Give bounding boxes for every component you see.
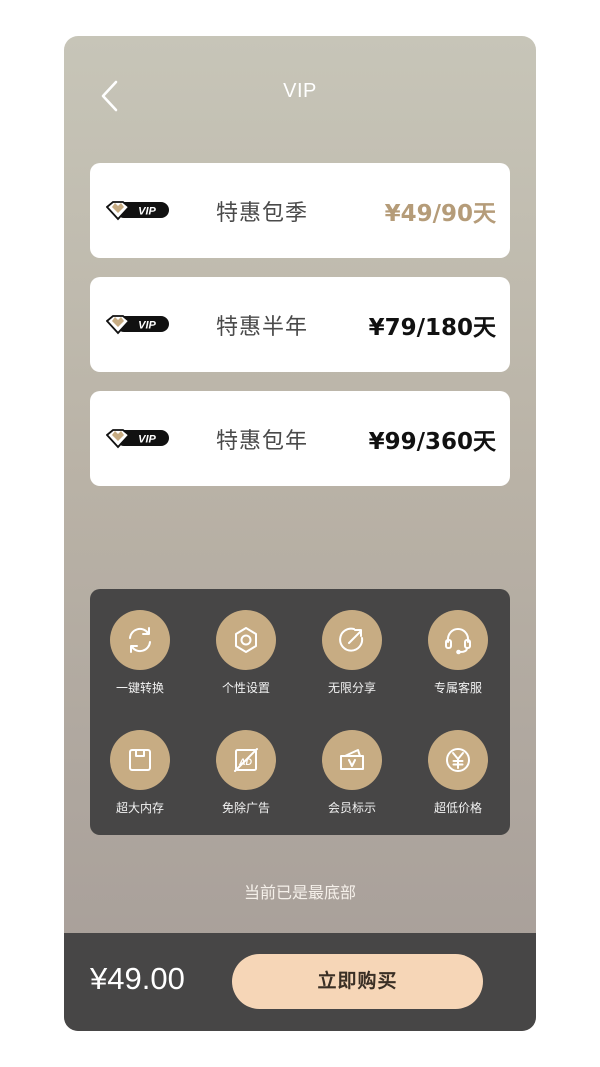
feature-dedicated-service: 专属客服	[408, 610, 508, 710]
share-arrow-icon	[339, 627, 364, 652]
purchase-bar: ¥49.00 立即购买	[64, 933, 536, 1031]
feature-label: 超低价格	[433, 801, 482, 815]
vip-badge-text: VIP	[138, 434, 156, 446]
vip-badge-text: VIP	[138, 206, 156, 218]
header: VIP	[64, 36, 536, 152]
feature-member-mark: 会员标示	[302, 730, 402, 830]
svg-text:AD: AD	[238, 757, 252, 767]
vip-badge-icon: VIP	[106, 201, 169, 221]
feature-label: 会员标示	[327, 801, 376, 815]
vip-badge-icon: VIP	[106, 315, 169, 335]
feature-label: 无限分享	[327, 681, 376, 695]
feature-one-click-convert: 一键转换	[90, 610, 190, 710]
vip-page: VIP VIP 特惠包季 ¥49/90天 VIP 特惠半年 ¥79/180天 V…	[64, 36, 536, 1031]
plan-name: 特惠包年	[216, 429, 309, 454]
no-ads-icon: AD	[234, 748, 258, 772]
end-of-list-note: 当前已是最底部	[243, 883, 356, 902]
vip-badge-text: VIP	[138, 320, 156, 332]
total-price: ¥49.00	[90, 961, 185, 996]
plan-price: ¥49/90天	[384, 201, 496, 227]
feature-remove-ads: AD 免除广告	[196, 730, 296, 830]
plan-name: 特惠半年	[216, 315, 309, 340]
buy-now-button[interactable]: 立即购买	[232, 954, 483, 1009]
vip-badge-icon: VIP	[106, 429, 169, 449]
plan-price: ¥79/180天	[368, 315, 496, 341]
page-title: VIP	[283, 80, 317, 102]
feature-label: 个性设置	[221, 681, 270, 695]
feature-unlimited-share: 无限分享	[302, 610, 402, 710]
sync-icon	[129, 627, 151, 653]
plan-card-year[interactable]: VIP 特惠包年 ¥99/360天	[90, 391, 510, 486]
feature-label: 专属客服	[433, 681, 482, 695]
feature-label: 超大内存	[115, 801, 164, 815]
feature-label: 一键转换	[115, 681, 164, 695]
plan-price: ¥99/360天	[368, 429, 496, 455]
storage-icon	[129, 749, 151, 771]
feature-large-storage: 超大内存	[90, 730, 190, 830]
yen-coin-icon	[446, 748, 470, 772]
vip-tag-icon	[340, 749, 364, 770]
feature-low-price: 超低价格	[408, 730, 508, 830]
feature-personal-settings: 个性设置	[196, 610, 296, 710]
plan-card-quarter[interactable]: VIP 特惠包季 ¥49/90天	[90, 163, 510, 258]
plan-card-half-year[interactable]: VIP 特惠半年 ¥79/180天	[90, 277, 510, 372]
headset-icon	[445, 628, 471, 655]
plan-name: 特惠包季	[216, 201, 309, 226]
hexagon-nut-icon	[235, 627, 257, 653]
features-panel: 一键转换 个性设置 无限分享 专属客服 超大内存 AD 免除广告 会员标示 超低…	[90, 589, 510, 835]
feature-label: 免除广告	[221, 801, 270, 815]
